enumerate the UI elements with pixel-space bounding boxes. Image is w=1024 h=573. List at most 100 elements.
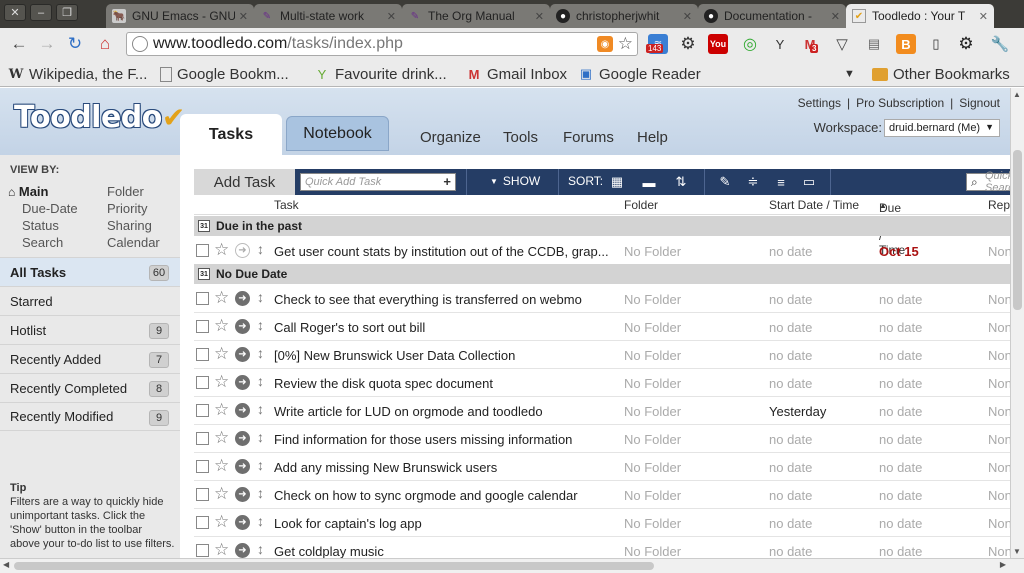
task-folder[interactable]: No Folder bbox=[624, 544, 681, 558]
view-main[interactable]: ⌂ Main bbox=[8, 184, 49, 199]
printer-icon[interactable]: ▤ bbox=[864, 34, 884, 54]
complete-checkbox[interactable] bbox=[196, 376, 209, 389]
gmail-icon[interactable]: M 3 bbox=[800, 34, 820, 54]
group-header[interactable]: 31 No Due Date bbox=[194, 264, 1010, 284]
drag-handle-icon[interactable]: ↕ bbox=[257, 429, 264, 445]
task-repeat[interactable]: None bbox=[988, 432, 1010, 447]
quick-search-input[interactable]: ⌕ Quick Search bbox=[966, 170, 1010, 194]
bookmark-item[interactable]: Google Bookm... bbox=[160, 64, 289, 84]
chrome-extension-icon[interactable]: ◎ bbox=[740, 34, 760, 54]
task-start-date[interactable]: no date bbox=[769, 320, 812, 335]
view-folder[interactable]: Folder bbox=[107, 184, 144, 199]
task-repeat[interactable]: None bbox=[988, 404, 1010, 419]
task-start-date[interactable]: no date bbox=[769, 488, 812, 503]
task-title[interactable]: Add any missing New Brunswick users bbox=[274, 460, 614, 475]
drag-handle-icon[interactable]: ↕ bbox=[257, 485, 264, 501]
plus-icon[interactable]: + bbox=[443, 174, 451, 189]
cocktail-extension-icon[interactable]: Y bbox=[770, 34, 790, 54]
task-title[interactable]: [0%] New Brunswick User Data Collection bbox=[274, 348, 614, 363]
task-start-date[interactable]: no date bbox=[769, 432, 812, 447]
task-start-date[interactable]: Yesterday bbox=[769, 404, 826, 419]
complete-checkbox[interactable] bbox=[196, 516, 209, 529]
browser-tab[interactable]: ● Documentation - ✕ bbox=[698, 4, 846, 28]
task-row[interactable]: ☆ ➜ ↕ Check on how to sync orgmode and goog… bbox=[194, 481, 1010, 509]
browser-tab-active[interactable]: ✔ Toodledo : Your T ✕ bbox=[846, 4, 994, 28]
nav-tools[interactable]: Tools bbox=[503, 129, 538, 146]
task-due-date[interactable]: no date bbox=[879, 404, 922, 419]
task-start-date[interactable]: no date bbox=[769, 376, 812, 391]
drag-handle-icon[interactable]: ↕ bbox=[257, 241, 264, 257]
collapse-icon[interactable]: ≑ bbox=[744, 173, 762, 191]
task-folder[interactable]: No Folder bbox=[624, 292, 681, 307]
task-folder[interactable]: No Folder bbox=[624, 376, 681, 391]
task-repeat[interactable]: None bbox=[988, 516, 1010, 531]
settings-link[interactable]: Settings bbox=[798, 96, 841, 110]
task-folder[interactable]: No Folder bbox=[624, 404, 681, 419]
task-due-date[interactable]: no date bbox=[879, 432, 922, 447]
task-title[interactable]: Get user count stats by institution out … bbox=[274, 244, 614, 259]
scroll-down-icon[interactable]: ▼ bbox=[1013, 547, 1021, 556]
task-repeat[interactable]: None bbox=[988, 376, 1010, 391]
task-folder[interactable]: No Folder bbox=[624, 348, 681, 363]
task-due-date[interactable]: no date bbox=[879, 488, 922, 503]
task-folder[interactable]: No Folder bbox=[624, 432, 681, 447]
task-row[interactable]: ☆ ➜ ↕ Look for captain's log app No Folder no… bbox=[194, 509, 1010, 537]
edit-notes-icon[interactable]: ✎ bbox=[716, 173, 734, 191]
task-due-date[interactable]: Oct 15 bbox=[879, 244, 919, 259]
add-task-button[interactable]: Add Task bbox=[194, 169, 295, 195]
pocket-icon[interactable]: ▽ bbox=[832, 34, 852, 54]
priority-sort-icon[interactable]: ⇅ bbox=[672, 173, 690, 191]
task-start-date[interactable]: no date bbox=[769, 460, 812, 475]
home-icon[interactable]: ⌂ bbox=[94, 34, 116, 54]
task-folder[interactable]: No Folder bbox=[624, 320, 681, 335]
task-title[interactable]: Call Roger's to sort out bill bbox=[274, 320, 614, 335]
horizontal-scrollbar[interactable]: ◀ ▶ bbox=[0, 558, 1024, 573]
sidebar-item-all-tasks[interactable]: All Tasks 60 bbox=[0, 257, 180, 286]
minimize-window-icon[interactable]: – bbox=[30, 4, 52, 21]
bookmark-item[interactable]: M Gmail Inbox bbox=[466, 64, 567, 84]
task-start-date[interactable]: no date bbox=[769, 516, 812, 531]
task-repeat[interactable]: None bbox=[988, 244, 1010, 259]
task-title[interactable]: Get coldplay music bbox=[274, 544, 614, 558]
youtube-icon[interactable]: You bbox=[708, 34, 728, 54]
drag-handle-icon[interactable]: ↕ bbox=[257, 317, 264, 333]
task-title[interactable]: Review the disk quota spec document bbox=[274, 376, 614, 391]
view-calendar[interactable]: Calendar bbox=[107, 235, 160, 250]
bookmark-star-icon[interactable]: ☆ bbox=[618, 34, 633, 54]
priority-icon[interactable]: ➜ bbox=[235, 319, 250, 334]
star-icon[interactable]: ☆ bbox=[214, 288, 229, 308]
task-title[interactable]: Check to see that everything is transfer… bbox=[274, 292, 614, 307]
priority-icon[interactable]: ➜ bbox=[235, 403, 250, 418]
complete-checkbox[interactable] bbox=[196, 544, 209, 557]
browser-tab[interactable]: 🐂 GNU Emacs - GNU ✕ bbox=[106, 4, 254, 28]
task-due-date[interactable]: no date bbox=[879, 376, 922, 391]
view-search[interactable]: Search bbox=[22, 235, 63, 250]
drag-handle-icon[interactable]: ↕ bbox=[257, 345, 264, 361]
task-due-date[interactable]: no date bbox=[879, 460, 922, 475]
priority-icon[interactable]: ➜ bbox=[235, 543, 250, 558]
star-icon[interactable]: ☆ bbox=[214, 484, 229, 504]
close-tab-icon[interactable]: ✕ bbox=[239, 10, 248, 23]
star-icon[interactable]: ☆ bbox=[214, 316, 229, 336]
task-row[interactable]: ☆ ➜ ↕ Add any missing New Brunswick users No… bbox=[194, 453, 1010, 481]
complete-checkbox[interactable] bbox=[196, 488, 209, 501]
task-repeat[interactable]: None bbox=[988, 292, 1010, 307]
show-button[interactable]: ▼ SHOW bbox=[490, 174, 540, 188]
back-arrow-icon[interactable]: ← bbox=[8, 34, 30, 54]
view-priority[interactable]: Priority bbox=[107, 201, 147, 216]
nav-forums[interactable]: Forums bbox=[563, 129, 614, 146]
sidebar-item-recently-modified[interactable]: Recently Modified 9 bbox=[0, 402, 180, 431]
col-repeat[interactable]: Rep bbox=[988, 198, 1010, 212]
complete-checkbox[interactable] bbox=[196, 460, 209, 473]
drag-handle-icon[interactable]: ↕ bbox=[257, 373, 264, 389]
star-icon[interactable]: ☆ bbox=[214, 512, 229, 532]
complete-checkbox[interactable] bbox=[196, 404, 209, 417]
workspace-select[interactable]: druid.bernard (Me) ▼ bbox=[884, 119, 1000, 137]
task-start-date[interactable]: no date bbox=[769, 244, 812, 259]
task-title[interactable]: Find information for those users missing… bbox=[274, 432, 614, 447]
sidebar-item-hotlist[interactable]: Hotlist 9 bbox=[0, 315, 180, 344]
complete-checkbox[interactable] bbox=[196, 432, 209, 445]
tab-notebook[interactable]: Notebook bbox=[286, 116, 389, 151]
task-repeat[interactable]: None bbox=[988, 460, 1010, 475]
browser-tab[interactable]: ✎ Multi-state work ✕ bbox=[254, 4, 402, 28]
